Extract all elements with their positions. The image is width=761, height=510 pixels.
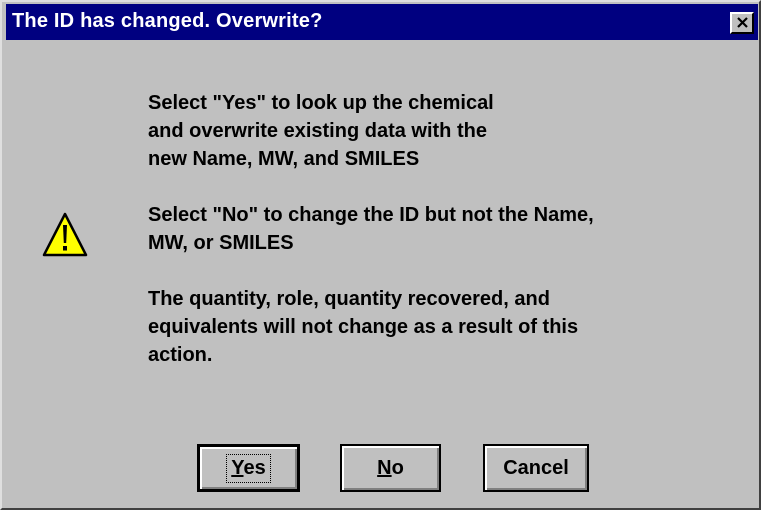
- yes-button-label: Yes: [226, 453, 271, 483]
- window-title: The ID has changed. Overwrite?: [12, 10, 323, 32]
- no-button[interactable]: No: [340, 444, 441, 492]
- close-icon: [737, 17, 748, 28]
- message-text: Select "Yes" to look up the chemical and…: [148, 89, 748, 369]
- yes-mnemonic: Y: [231, 456, 244, 479]
- warning-icon: [42, 212, 88, 257]
- title-bar[interactable]: The ID has changed. Overwrite?: [6, 4, 758, 40]
- yes-label-rest: es: [243, 456, 266, 479]
- yes-button[interactable]: Yes: [197, 444, 300, 492]
- cancel-button[interactable]: Cancel: [483, 444, 589, 492]
- no-mnemonic: N: [377, 456, 392, 479]
- close-button[interactable]: [730, 12, 754, 34]
- message-note-paragraph: The quantity, role, quantity recovered, …: [148, 288, 579, 366]
- no-button-label: No: [377, 457, 404, 480]
- message-yes-paragraph: Select "Yes" to look up the chemical and…: [148, 92, 494, 170]
- message-no-paragraph: Select "No" to change the ID but not the…: [148, 204, 594, 254]
- cancel-button-label: Cancel: [503, 456, 569, 479]
- dialog-window: The ID has changed. Overwrite? Select "Y…: [0, 0, 761, 510]
- no-label-rest: o: [391, 456, 404, 479]
